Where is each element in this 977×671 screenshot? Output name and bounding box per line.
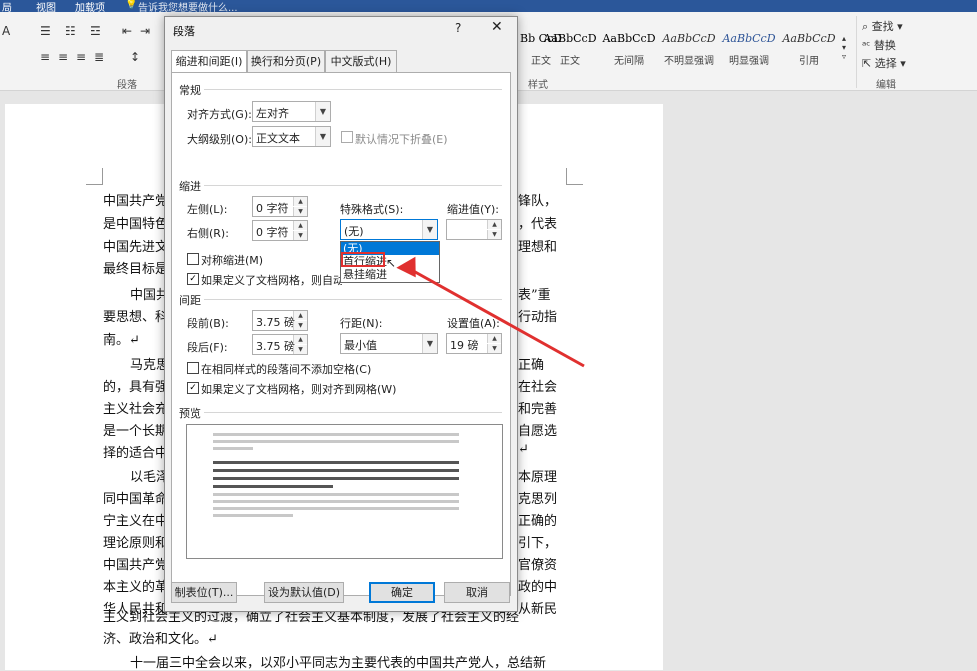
annotation-arrow — [396, 256, 585, 368]
